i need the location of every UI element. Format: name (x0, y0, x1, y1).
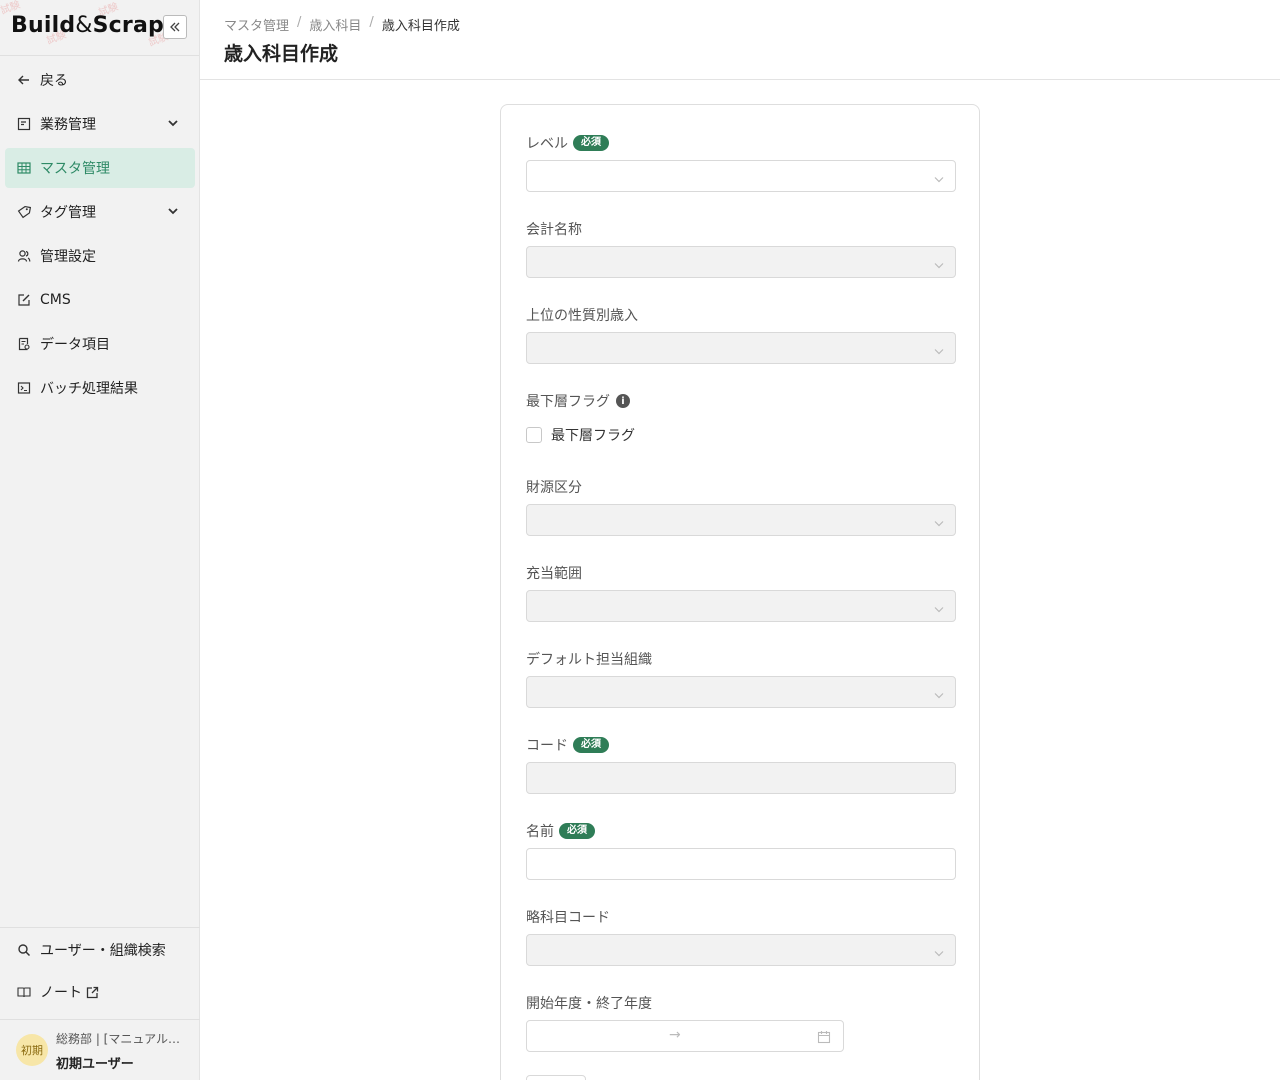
back-label: 戻る (40, 73, 68, 89)
sidebar-item-tags[interactable]: タグ管理 (5, 192, 195, 232)
required-badge: 必須 (573, 737, 609, 753)
lowest-flag-label: 最下層フラグ i (526, 391, 630, 411)
tag-icon (16, 204, 32, 220)
breadcrumb-item-master[interactable]: マスタ管理 (224, 15, 289, 34)
current-user[interactable]: 初期 総務部 | [マニュアル… 初期ユーザー (0, 1019, 200, 1080)
sidebar-item-admin-settings[interactable]: 管理設定 (5, 236, 195, 276)
terminal-icon (16, 380, 32, 396)
edit-square-icon (16, 292, 32, 308)
breadcrumb: マスタ管理 / 歳入科目 / 歳入科目作成 (224, 15, 460, 34)
chevron-down-icon (933, 256, 945, 275)
chevron-down-icon (933, 342, 945, 361)
parent-revenue-select[interactable] (526, 332, 956, 364)
sidebar-item-batch-results[interactable]: バッチ処理結果 (5, 368, 195, 408)
create-form-card: レベル 必須 会計名称 上位の性質別歳入 最下層フラグ i 最下層フラグ 財源区… (500, 104, 980, 1080)
breadcrumb-item-current: 歳入科目作成 (381, 19, 460, 34)
default-org-label: デフォルト担当組織 (526, 652, 652, 668)
app-logo: Build&Scrap (11, 13, 164, 38)
sidebar-item-master[interactable]: マスタ管理 (5, 148, 195, 188)
sidebar-item-label: マスタ管理 (40, 161, 110, 177)
breadcrumb-separator: / (369, 15, 374, 30)
user-name: 初期ユーザー (56, 1057, 134, 1072)
sidebar-item-label: データ項目 (40, 337, 110, 353)
chevron-down-icon (933, 600, 945, 619)
search-link-label: ユーザー・組織検索 (40, 943, 166, 959)
note-link[interactable]: ノート (5, 972, 195, 1012)
funding-class-label: 財源区分 (526, 480, 582, 496)
name-label: 名前 必須 (526, 821, 595, 841)
fiscal-years-label: 開始年度・終了年度 (526, 996, 652, 1012)
sidebar-item-cms[interactable]: CMS (5, 280, 195, 320)
users-icon (16, 248, 32, 264)
arrow-left-icon (16, 72, 32, 88)
submit-button[interactable] (526, 1075, 586, 1080)
range-separator: → (669, 1027, 681, 1043)
chevron-down-icon (167, 117, 179, 133)
data-sheet-icon (16, 336, 32, 352)
logo-area: 試験 試験 試験 試験 Build&Scrap (0, 0, 199, 56)
sidebar: 試験 試験 試験 試験 Build&Scrap 戻る 業務管理 マスタ管理 タグ… (0, 0, 200, 1080)
lowest-flag-checkbox-row[interactable]: 最下層フラグ (526, 425, 635, 445)
double-chevron-left-icon (170, 22, 180, 32)
sidebar-item-label: 管理設定 (40, 249, 96, 265)
note-link-label: ノート (40, 985, 82, 1001)
user-department: 総務部 | [マニュアル… (56, 1032, 180, 1046)
required-badge: 必須 (573, 135, 609, 151)
short-code-select[interactable] (526, 934, 956, 966)
breadcrumb-separator: / (297, 15, 302, 30)
allocation-range-select[interactable] (526, 590, 956, 622)
lowest-flag-checkbox[interactable] (526, 427, 542, 443)
fiscal-year-range-picker[interactable]: → (526, 1020, 844, 1052)
collapse-sidebar-button[interactable] (163, 15, 187, 39)
book-icon (16, 984, 32, 1000)
document-box-icon (16, 116, 32, 132)
table-grid-icon (16, 160, 32, 176)
chevron-down-icon (933, 514, 945, 533)
allocation-range-label: 充当範囲 (526, 566, 582, 582)
code-input[interactable] (526, 762, 956, 794)
search-icon (16, 942, 32, 958)
sidebar-nav: 戻る 業務管理 マスタ管理 タグ管理 管理設定 CMS データ項目 バッチ処理結… (0, 60, 200, 412)
sidebar-item-data-items[interactable]: データ項目 (5, 324, 195, 364)
chevron-down-icon (933, 944, 945, 963)
level-label: レベル 必須 (526, 133, 609, 153)
sidebar-item-label: バッチ処理結果 (40, 381, 138, 397)
sidebar-item-label: タグ管理 (40, 205, 96, 221)
account-name-label: 会計名称 (526, 222, 582, 238)
sidebar-item-label: CMS (40, 292, 71, 308)
chevron-down-icon (167, 205, 179, 221)
parent-revenue-label: 上位の性質別歳入 (526, 308, 638, 324)
name-input[interactable] (526, 848, 956, 880)
back-link[interactable]: 戻る (5, 60, 195, 100)
required-badge: 必須 (559, 823, 595, 839)
sidebar-bottom-nav: ユーザー・組織検索 ノート (0, 927, 200, 1014)
code-label: コード 必須 (526, 735, 609, 755)
page-title: 歳入科目作成 (224, 43, 339, 65)
avatar: 初期 (16, 1034, 48, 1066)
sidebar-item-business[interactable]: 業務管理 (5, 104, 195, 144)
short-code-label: 略科目コード (526, 910, 610, 926)
chevron-down-icon (933, 686, 945, 705)
chevron-down-icon (933, 170, 945, 189)
level-select[interactable] (526, 160, 956, 192)
calendar-icon (817, 1029, 831, 1048)
lowest-flag-checkbox-label: 最下層フラグ (551, 428, 635, 444)
funding-class-select[interactable] (526, 504, 956, 536)
info-icon[interactable]: i (616, 394, 630, 408)
breadcrumb-item-revenue-items[interactable]: 歳入科目 (309, 15, 361, 34)
page-header: マスタ管理 / 歳入科目 / 歳入科目作成 歳入科目作成 (200, 0, 1280, 80)
account-name-select[interactable] (526, 246, 956, 278)
default-org-select[interactable] (526, 676, 956, 708)
sidebar-item-label: 業務管理 (40, 117, 96, 133)
user-org-search-link[interactable]: ユーザー・組織検索 (5, 930, 195, 970)
external-link-icon (86, 986, 99, 999)
